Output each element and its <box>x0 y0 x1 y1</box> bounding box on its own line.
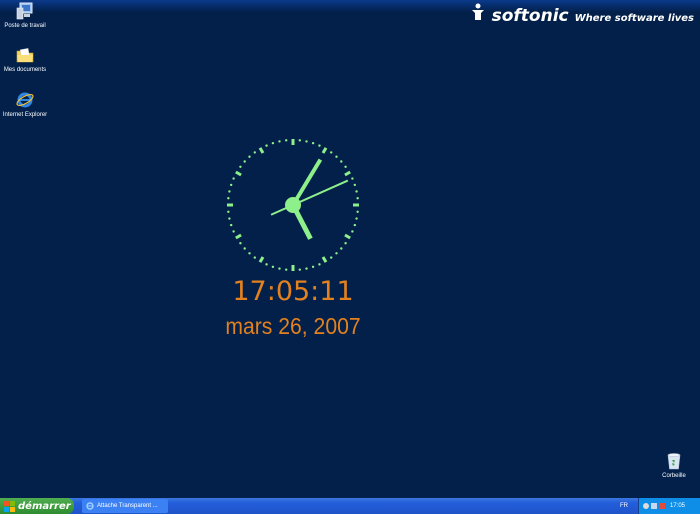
taskbar-window-label: Attache Transparent ... <box>97 503 158 509</box>
hour-marker <box>344 170 351 177</box>
minute-marker <box>353 223 357 227</box>
softonic-watermark: softonic Where software lives <box>470 3 694 26</box>
hour-marker <box>321 147 328 154</box>
clock-center <box>285 197 301 213</box>
documents-folder-icon <box>16 48 34 63</box>
minute-marker <box>340 160 343 163</box>
minute-marker <box>253 256 256 259</box>
minute-marker <box>265 263 268 266</box>
minute-marker <box>248 252 251 255</box>
security-icon[interactable] <box>659 503 665 509</box>
minute-marker <box>335 252 338 255</box>
minute-marker <box>253 151 256 154</box>
taskbar-window-button[interactable]: Attache Transparent ... <box>82 499 168 513</box>
minute-marker <box>248 155 251 158</box>
minute-marker <box>344 242 347 245</box>
minute-marker <box>265 144 268 147</box>
minute-marker <box>232 230 235 233</box>
minute-marker <box>311 265 315 269</box>
system-tray: 17:05 <box>638 498 700 514</box>
language-indicator[interactable]: FR <box>620 498 628 514</box>
minute-marker <box>298 268 301 271</box>
digital-time: 17:05:11 <box>232 276 354 307</box>
desktop-icon-recycle-bin[interactable]: Corbeille <box>649 452 699 480</box>
desktop-icon-computer[interactable]: Poste de travail <box>0 2 50 30</box>
computer-icon <box>16 2 33 20</box>
minute-marker <box>229 223 233 227</box>
internet-explorer-icon <box>86 502 94 510</box>
minute-marker <box>271 141 275 145</box>
minute-marker <box>239 242 242 245</box>
minute-marker <box>351 230 354 233</box>
minute-marker <box>305 267 308 270</box>
minute-marker <box>344 165 347 168</box>
minute-marker <box>232 177 235 180</box>
minute-marker <box>330 151 333 154</box>
analog-clock <box>222 134 364 276</box>
brand-slogan: Where software lives <box>574 13 694 24</box>
minute-marker <box>227 197 230 200</box>
minute-marker <box>271 265 275 269</box>
minute-marker <box>355 190 358 193</box>
brand-name: softonic <box>491 6 569 26</box>
minute-marker <box>285 139 288 142</box>
minute-marker <box>243 160 246 163</box>
internet-explorer-icon <box>16 92 34 108</box>
minute-marker <box>278 267 281 270</box>
desktop-icon-label: Mes documents <box>3 67 47 73</box>
windows-logo-icon <box>4 500 15 512</box>
taskbar: démarrer Attache Transparent ... FR 17:0… <box>0 498 700 514</box>
minute-marker <box>285 268 288 271</box>
minute-marker <box>318 263 321 266</box>
start-button[interactable]: démarrer <box>0 498 74 514</box>
minute-marker <box>335 155 338 158</box>
volume-icon[interactable] <box>651 503 657 509</box>
minute-marker <box>227 210 230 213</box>
network-icon[interactable] <box>643 503 649 509</box>
second-hand <box>270 179 349 216</box>
clock-face <box>227 139 359 271</box>
hour-marker <box>258 256 265 263</box>
recycle-bin-icon <box>667 453 681 470</box>
hour-marker <box>235 233 242 240</box>
softonic-logo-icon <box>471 3 484 20</box>
tray-clock[interactable]: 17:05 <box>670 503 685 509</box>
desktop-icon-label: Internet Explorer <box>2 112 48 118</box>
minute-marker <box>305 140 308 143</box>
minute-marker <box>340 247 343 250</box>
clock-date: mars 26, 2007 <box>225 313 361 339</box>
hour-marker <box>321 256 328 263</box>
minute-marker <box>311 141 315 145</box>
hour-marker <box>235 170 242 177</box>
minute-marker <box>298 139 301 142</box>
minute-marker <box>356 197 359 200</box>
minute-marker <box>229 183 233 187</box>
minute-marker <box>318 144 321 147</box>
desktop-icon-internet-explorer[interactable]: Internet Explorer <box>0 91 50 119</box>
minute-marker <box>330 256 333 259</box>
hour-marker <box>258 147 265 154</box>
minute-marker <box>353 183 357 187</box>
minute-marker <box>228 217 231 220</box>
minute-marker <box>278 140 281 143</box>
minute-marker <box>355 217 358 220</box>
desktop-icon-documents[interactable]: Mes documents <box>0 46 50 74</box>
desktop-icon-label: Corbeille <box>662 473 686 479</box>
minute-marker <box>239 165 242 168</box>
minute-marker <box>228 190 231 193</box>
hour-marker <box>344 233 351 240</box>
minute-marker <box>351 177 354 180</box>
minute-marker <box>356 210 359 213</box>
start-label: démarrer <box>18 500 71 512</box>
desktop-icon-label: Poste de travail <box>4 23 46 29</box>
minute-marker <box>243 247 246 250</box>
